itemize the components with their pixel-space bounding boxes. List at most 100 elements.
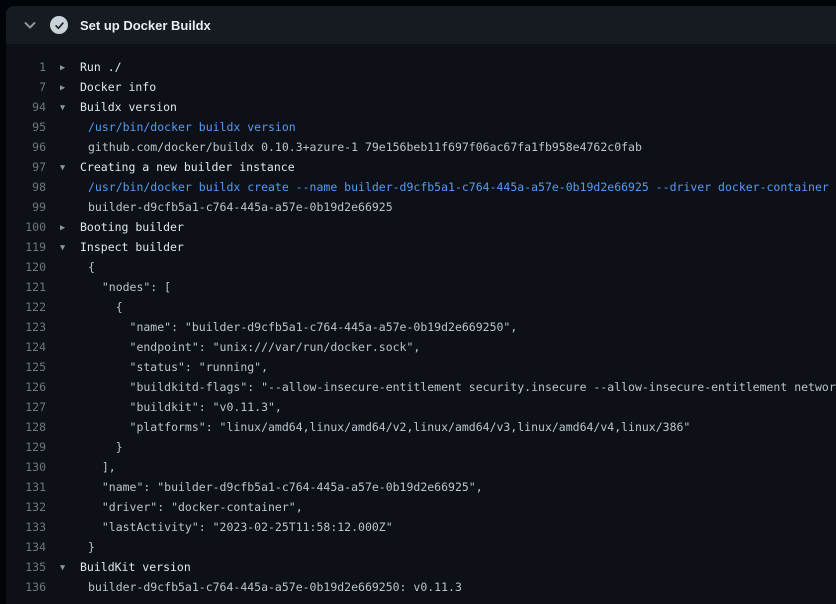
log-line: 1 ▶Run ./: [6, 57, 836, 77]
chevron-down-icon[interactable]: [22, 17, 38, 33]
line-number[interactable]: 7: [6, 77, 46, 97]
line-number[interactable]: 127: [6, 397, 46, 417]
log-line: 123 "name": "builder-d9cfb5a1-c764-445a-…: [6, 317, 836, 337]
line-number[interactable]: 133: [6, 517, 46, 537]
line-content: /usr/bin/docker buildx version: [60, 117, 296, 137]
log-line: 126 "buildkitd-flags": "--allow-insecure…: [6, 377, 836, 397]
line-content: ▼Buildx version: [60, 97, 177, 117]
output-text: "status": "running",: [60, 360, 268, 374]
step-log-container: Set up Docker Buildx 1▶Run ./7▶Docker in…: [6, 6, 836, 604]
line-content: builder-d9cfb5a1-c764-445a-a57e-0b19d2e6…: [60, 577, 462, 597]
line-content: "name": "builder-d9cfb5a1-c764-445a-a57e…: [60, 477, 483, 497]
line-number[interactable]: 123: [6, 317, 46, 337]
group-title[interactable]: Inspect builder: [80, 240, 184, 254]
line-content: "endpoint": "unix:///var/run/docker.sock…: [60, 337, 420, 357]
check-circle-icon: [50, 16, 68, 34]
step-header[interactable]: Set up Docker Buildx: [6, 6, 836, 44]
line-content: ▼Inspect builder: [60, 237, 184, 257]
line-number[interactable]: 129: [6, 437, 46, 457]
line-number[interactable]: 97: [6, 157, 46, 177]
collapse-group-icon[interactable]: ▼: [60, 98, 80, 118]
output-text: github.com/docker/buildx 0.10.3+azure-1 …: [60, 140, 642, 154]
line-number[interactable]: 126: [6, 377, 46, 397]
line-number[interactable]: 121: [6, 277, 46, 297]
line-content: ▶Booting builder: [60, 217, 184, 237]
expand-group-icon[interactable]: ▶: [60, 58, 80, 78]
step-title: Set up Docker Buildx: [80, 18, 211, 33]
line-number[interactable]: 130: [6, 457, 46, 477]
group-title[interactable]: Docker info: [80, 80, 156, 94]
line-content: ▼BuildKit version: [60, 557, 191, 577]
log-line: 125 "status": "running",: [6, 357, 836, 377]
log-line: 120 {: [6, 257, 836, 277]
log-line: 98/usr/bin/docker buildx create --name b…: [6, 177, 836, 197]
line-number[interactable]: 100: [6, 217, 46, 237]
line-content: "platforms": "linux/amd64,linux/amd64/v2…: [60, 417, 690, 437]
output-text: "buildkit": "v0.11.3",: [60, 400, 282, 414]
group-title[interactable]: Booting builder: [80, 220, 184, 234]
line-content: "nodes": [: [60, 277, 171, 297]
line-content: {: [60, 257, 95, 277]
log-line: 130 ],: [6, 457, 836, 477]
line-content: "name": "builder-d9cfb5a1-c764-445a-a57e…: [60, 317, 517, 337]
line-content: }: [60, 537, 95, 557]
log-line: 119 ▼Inspect builder: [6, 237, 836, 257]
line-number[interactable]: 125: [6, 357, 46, 377]
group-title[interactable]: Creating a new builder instance: [80, 160, 295, 174]
output-text: "endpoint": "unix:///var/run/docker.sock…: [60, 340, 420, 354]
output-text: "name": "builder-d9cfb5a1-c764-445a-a57e…: [60, 320, 517, 334]
line-number[interactable]: 128: [6, 417, 46, 437]
line-content: ],: [60, 457, 116, 477]
expand-group-icon[interactable]: ▶: [60, 218, 80, 238]
command-text: /usr/bin/docker buildx version: [60, 120, 296, 134]
line-number[interactable]: 99: [6, 197, 46, 217]
log-lines: 1▶Run ./7▶Docker info94▼Buildx version95…: [6, 44, 836, 597]
line-content: github.com/docker/buildx 0.10.3+azure-1 …: [60, 137, 642, 157]
output-text: builder-d9cfb5a1-c764-445a-a57e-0b19d2e6…: [60, 200, 393, 214]
line-number[interactable]: 136: [6, 577, 46, 597]
line-number[interactable]: 135: [6, 557, 46, 577]
group-title[interactable]: Run ./: [80, 60, 122, 74]
line-content: /usr/bin/docker buildx create --name bui…: [60, 177, 829, 197]
output-text: "nodes": [: [60, 280, 171, 294]
line-number[interactable]: 94: [6, 97, 46, 117]
line-number[interactable]: 132: [6, 497, 46, 517]
line-content: "driver": "docker-container",: [60, 497, 303, 517]
log-line: 121 "nodes": [: [6, 277, 836, 297]
line-number[interactable]: 134: [6, 537, 46, 557]
line-number[interactable]: 95: [6, 117, 46, 137]
line-number[interactable]: 124: [6, 337, 46, 357]
output-text: "platforms": "linux/amd64,linux/amd64/v2…: [60, 420, 690, 434]
output-text: "lastActivity": "2023-02-25T11:58:12.000…: [60, 520, 393, 534]
log-line: 95/usr/bin/docker buildx version: [6, 117, 836, 137]
collapse-group-icon[interactable]: ▼: [60, 158, 80, 178]
log-line: 131 "name": "builder-d9cfb5a1-c764-445a-…: [6, 477, 836, 497]
log-line: 124 "endpoint": "unix:///var/run/docker.…: [6, 337, 836, 357]
log-line: 134}: [6, 537, 836, 557]
expand-group-icon[interactable]: ▶: [60, 78, 80, 98]
line-number[interactable]: 131: [6, 477, 46, 497]
line-number[interactable]: 98: [6, 177, 46, 197]
collapse-group-icon[interactable]: ▼: [60, 238, 80, 258]
group-title[interactable]: BuildKit version: [80, 560, 191, 574]
line-content: ▼Creating a new builder instance: [60, 157, 295, 177]
line-number[interactable]: 119: [6, 237, 46, 257]
output-text: "name": "builder-d9cfb5a1-c764-445a-a57e…: [60, 480, 483, 494]
log-line: 135 ▼BuildKit version: [6, 557, 836, 577]
log-line: 94 ▼Buildx version: [6, 97, 836, 117]
line-content: "status": "running",: [60, 357, 268, 377]
line-number[interactable]: 96: [6, 137, 46, 157]
line-content: {: [60, 297, 123, 317]
collapse-group-icon[interactable]: ▼: [60, 558, 80, 578]
log-line: 99 builder-d9cfb5a1-c764-445a-a57e-0b19d2…: [6, 197, 836, 217]
output-text: {: [60, 300, 123, 314]
line-number[interactable]: 120: [6, 257, 46, 277]
line-number[interactable]: 1: [6, 57, 46, 77]
line-number[interactable]: 122: [6, 297, 46, 317]
output-text: ],: [60, 460, 116, 474]
group-title[interactable]: Buildx version: [80, 100, 177, 114]
line-content: builder-d9cfb5a1-c764-445a-a57e-0b19d2e6…: [60, 197, 393, 217]
line-content: ▶Docker info: [60, 77, 156, 97]
log-line: 122 {: [6, 297, 836, 317]
log-line: 127 "buildkit": "v0.11.3",: [6, 397, 836, 417]
